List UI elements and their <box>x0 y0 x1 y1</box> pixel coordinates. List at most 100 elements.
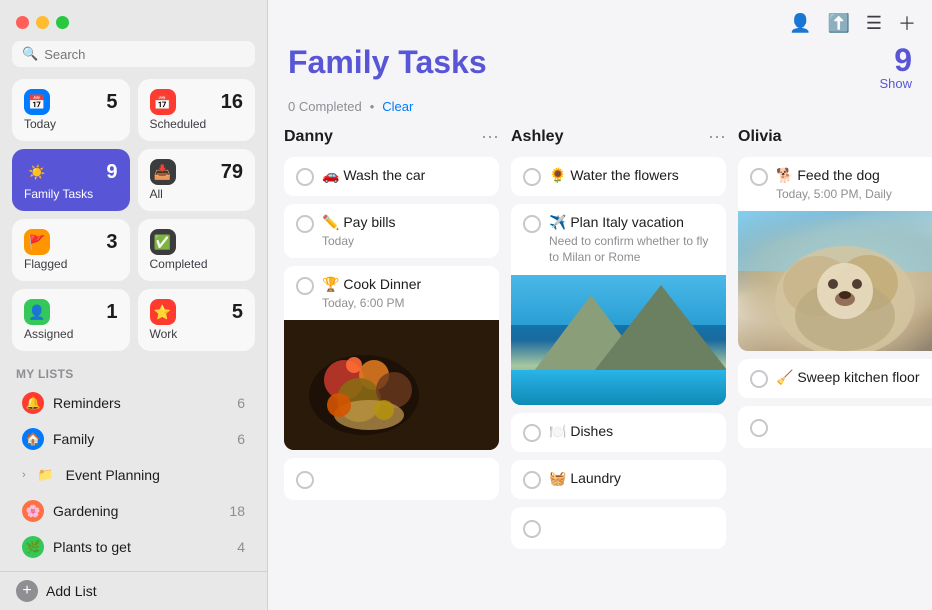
task-circle[interactable] <box>523 471 541 489</box>
add-list-icon: + <box>16 580 38 602</box>
task-title: 🍽️ Dishes <box>549 423 613 439</box>
task-subtitle: Today, 6:00 PM <box>322 296 487 310</box>
list-count-plants: 4 <box>237 539 245 555</box>
task-circle[interactable] <box>750 419 768 437</box>
family-tasks-count: 9 <box>106 162 117 182</box>
task-water-flowers[interactable]: 🌻 Water the flowers <box>511 157 726 196</box>
dog-image <box>738 211 932 351</box>
flagged-label: Flagged <box>24 257 118 271</box>
task-wash-car[interactable]: 🚗 Wash the car <box>284 157 499 196</box>
expand-arrow-icon: › <box>22 469 26 481</box>
task-title: ✏️ Pay bills <box>322 214 395 230</box>
task-subtitle: Today <box>322 234 487 248</box>
search-bar[interactable]: 🔍 <box>12 41 255 67</box>
task-cook-dinner[interactable]: 🏆 Cook Dinner Today, 6:00 PM <box>284 266 499 450</box>
columns-area: Danny ··· 🚗 Wash the car ✏️ <box>268 124 932 610</box>
task-laundry[interactable]: 🧺 Laundry <box>511 460 726 499</box>
list-item-gardening[interactable]: 🌸 Gardening 18 <box>6 493 261 529</box>
gardening-dot: 🌸 <box>22 500 44 522</box>
food-image <box>284 320 499 450</box>
sidebar-item-all[interactable]: 📥 79 All <box>138 149 256 211</box>
sidebar-item-work[interactable]: ⭐ 5 Work <box>138 289 256 351</box>
sidebar-item-flagged[interactable]: 🚩 3 Flagged <box>12 219 130 281</box>
sidebar-item-scheduled[interactable]: 📅 16 Scheduled <box>138 79 256 141</box>
list-count-gardening: 18 <box>229 503 245 519</box>
task-emoji: 🚗 <box>322 167 339 183</box>
today-icon: 📅 <box>24 89 50 115</box>
task-circle[interactable] <box>523 215 541 233</box>
task-card-empty-danny[interactable] <box>284 458 499 500</box>
maximize-button[interactable] <box>56 16 69 29</box>
assigned-label: Assigned <box>24 327 118 341</box>
task-dishes[interactable]: 🍽️ Dishes <box>511 413 726 452</box>
task-emoji: 🌻 <box>549 167 566 183</box>
family-tasks-icon: ☀️ <box>24 159 50 185</box>
task-title: 🏆 Cook Dinner <box>322 276 421 292</box>
list-item-plants[interactable]: 🌿 Plants to get 4 <box>6 529 261 565</box>
task-circle[interactable] <box>296 277 314 295</box>
sidebar-item-assigned[interactable]: 👤 1 Assigned <box>12 289 130 351</box>
task-circle[interactable] <box>296 168 314 186</box>
task-circle[interactable] <box>523 424 541 442</box>
task-text-block: 🚗 Wash the car <box>322 167 487 185</box>
list-item-event-planning[interactable]: › 📁 Event Planning <box>6 457 261 493</box>
column-menu-ashley[interactable]: ··· <box>708 126 726 147</box>
clear-button[interactable]: Clear <box>382 99 413 114</box>
person-circle-icon[interactable]: 👤 <box>789 13 811 34</box>
search-input[interactable] <box>44 47 245 62</box>
task-circle[interactable] <box>750 168 768 186</box>
page-title: Family Tasks <box>288 44 487 81</box>
column-title-ashley: Ashley <box>511 128 563 146</box>
completed-icon: ✅ <box>150 229 176 255</box>
list-icon[interactable]: ☰ <box>866 13 882 34</box>
close-button[interactable] <box>16 16 29 29</box>
task-emoji: 🧹 <box>776 369 793 385</box>
sidebar-item-family-tasks[interactable]: ☀️ 9 Family Tasks <box>12 149 130 211</box>
column-menu-danny[interactable]: ··· <box>481 126 499 147</box>
column-danny: Danny ··· 🚗 Wash the car ✏️ <box>284 124 499 594</box>
sidebar-item-today[interactable]: 📅 5 Today <box>12 79 130 141</box>
task-note: Need to confirm whether to fly to Milan … <box>549 234 714 265</box>
show-button[interactable]: Show <box>879 76 912 91</box>
task-circle[interactable] <box>296 215 314 233</box>
traffic-lights <box>0 8 267 41</box>
list-name-reminders: Reminders <box>53 395 121 411</box>
task-title: 🧹 Sweep kitchen floor <box>776 369 920 385</box>
task-circle[interactable] <box>750 370 768 388</box>
completed-text: 0 Completed <box>288 99 362 114</box>
flagged-icon: 🚩 <box>24 229 50 255</box>
task-circle[interactable] <box>296 471 314 489</box>
add-list-button[interactable]: + Add List <box>0 571 267 610</box>
task-title: 🌻 Water the flowers <box>549 167 679 183</box>
list-item-reminders[interactable]: 🔔 Reminders 6 <box>6 385 261 421</box>
list-item-family[interactable]: 🏠 Family 6 <box>6 421 261 457</box>
all-label: All <box>150 187 244 201</box>
plus-icon[interactable]: ＋ <box>898 10 916 36</box>
list-name-family: Family <box>53 431 94 447</box>
task-sweep-floor[interactable]: 🧹 Sweep kitchen floor <box>738 359 932 398</box>
flagged-count: 3 <box>106 232 117 252</box>
task-circle[interactable] <box>523 168 541 186</box>
share-icon[interactable]: ⬆️ <box>827 13 849 34</box>
task-plan-italy[interactable]: ✈️ Plan Italy vacation Need to confirm w… <box>511 204 726 405</box>
list-name-event-planning: Event Planning <box>66 467 160 483</box>
task-circle[interactable] <box>523 520 541 538</box>
all-icon: 📥 <box>150 159 176 185</box>
minimize-button[interactable] <box>36 16 49 29</box>
task-card-empty-ashley[interactable] <box>511 507 726 549</box>
task-subtitle: Today, 5:00 PM, Daily <box>776 187 932 201</box>
task-text-block: 🐕 Feed the dog Today, 5:00 PM, Daily <box>776 167 932 201</box>
assigned-icon: 👤 <box>24 299 50 325</box>
task-pay-bills[interactable]: ✏️ Pay bills Today <box>284 204 499 258</box>
scheduled-icon: 📅 <box>150 89 176 115</box>
italy-image <box>511 275 726 405</box>
work-count: 5 <box>232 302 243 322</box>
folder-icon: 📁 <box>35 464 57 486</box>
list-count-family: 6 <box>237 431 245 447</box>
task-emoji: 🍽️ <box>549 423 566 439</box>
sidebar-item-completed[interactable]: ✅ Completed <box>138 219 256 281</box>
column-title-olivia: Olivia <box>738 128 782 146</box>
task-card-empty-olivia[interactable] <box>738 406 932 448</box>
task-feed-dog[interactable]: 🐕 Feed the dog Today, 5:00 PM, Daily <box>738 157 932 351</box>
task-text-block: 🧺 Laundry <box>549 470 714 488</box>
